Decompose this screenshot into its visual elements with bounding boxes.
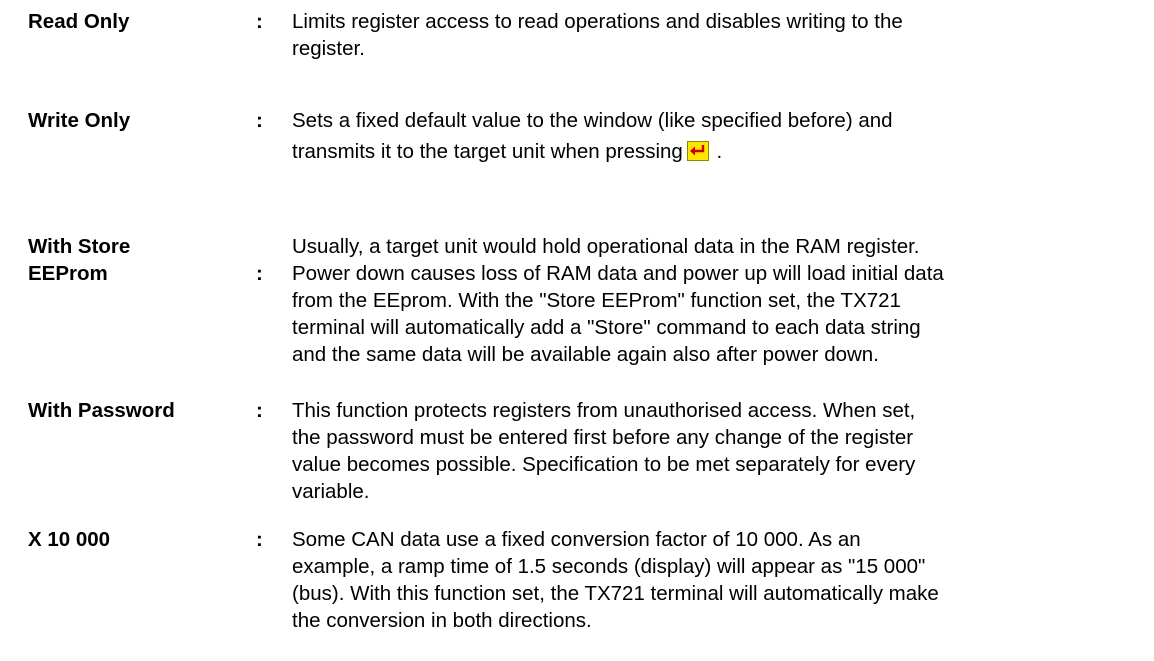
- description-with-store-eeprom: Usually, a target unit would hold operat…: [292, 233, 1066, 368]
- document-page: Read Only : Limits register access to re…: [0, 0, 1154, 661]
- description-line: from the EEprom. With the "Store EEProm"…: [292, 289, 901, 312]
- description-text: transmits it to the target unit when pre…: [292, 140, 683, 163]
- description-line: Power down causes loss of RAM data and p…: [292, 262, 944, 285]
- description-line: Some CAN data use a fixed conversion fac…: [292, 528, 861, 551]
- description-line: Sets a fixed default value to the window…: [292, 109, 893, 132]
- term-x-10000: X 10 000: [28, 528, 111, 551]
- term-read-only: Read Only: [28, 10, 130, 33]
- term-line: With Store: [28, 235, 131, 258]
- term-with-store-eeprom: With Store EEProm: [28, 233, 130, 287]
- description-read-only: Limits register access to read operation…: [292, 8, 1066, 62]
- separator-colon: :: [256, 528, 263, 551]
- description-line: variable.: [292, 480, 370, 503]
- separator-colon: :: [256, 109, 263, 132]
- enter-key-icon: [686, 141, 709, 161]
- description-line: register.: [292, 37, 365, 60]
- description-write-only: Sets a fixed default value to the window…: [292, 107, 1066, 165]
- description-line: This function protects registers from un…: [292, 399, 916, 422]
- description-line: and the same data will be available agai…: [292, 343, 879, 366]
- description-line: value becomes possible. Specification to…: [292, 453, 916, 476]
- description-line: Usually, a target unit would hold operat…: [292, 235, 920, 258]
- description-x-10000: Some CAN data use a fixed conversion fac…: [292, 526, 1066, 634]
- description-text: .: [716, 140, 723, 163]
- description-with-password: This function protects registers from un…: [292, 397, 1066, 505]
- term-line: EEProm: [28, 262, 108, 285]
- description-line: transmits it to the target unit when pre…: [292, 138, 1066, 165]
- term-write-only: Write Only: [28, 109, 131, 132]
- separator-colon: :: [256, 399, 263, 422]
- separator-colon: :: [256, 262, 263, 285]
- description-line: example, a ramp time of 1.5 seconds (dis…: [292, 555, 926, 578]
- description-line: (bus). With this function set, the TX721…: [292, 582, 939, 605]
- description-line: the conversion in both directions.: [292, 609, 592, 632]
- description-line: Limits register access to read operation…: [292, 10, 903, 33]
- term-with-password: With Password: [28, 399, 175, 422]
- separator-colon: :: [256, 10, 263, 33]
- description-line: the password must be entered first befor…: [292, 426, 914, 449]
- description-line: terminal will automatically add a "Store…: [292, 316, 921, 339]
